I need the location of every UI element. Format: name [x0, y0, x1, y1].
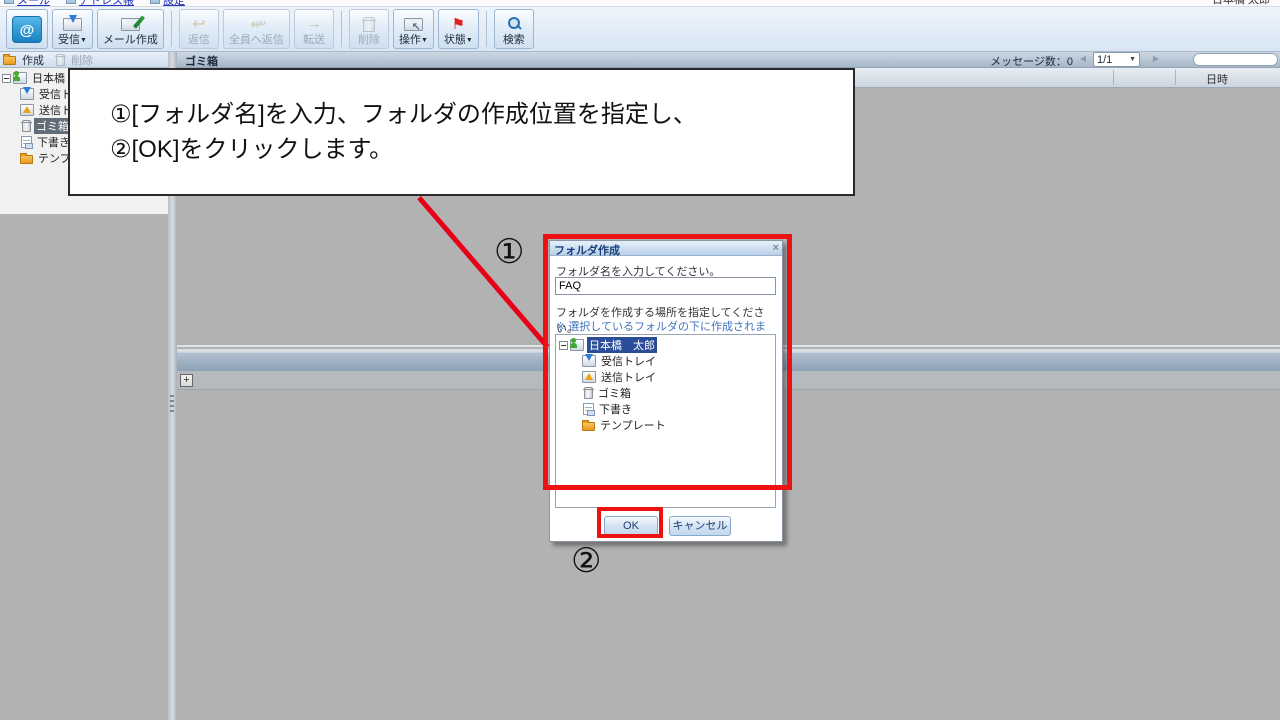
template-folder-icon — [20, 152, 33, 164]
folder-name-input[interactable] — [555, 277, 776, 295]
column-divider — [1113, 70, 1114, 85]
chevron-down-icon: ▼ — [465, 37, 473, 44]
compose-button[interactable]: メール作成 — [96, 9, 164, 49]
reply-all-button[interactable]: ↩ 全員へ返信 — [222, 9, 290, 49]
top-menu-bar: メール アドレス帳 設定 日本橋 太郎 — [0, 0, 1280, 7]
trash-icon — [361, 15, 376, 33]
dialog-title-bar[interactable]: フォルダ作成 × — [550, 241, 782, 257]
next-page-button[interactable]: ▶ — [1149, 54, 1163, 63]
dialog-tree-item-inbox[interactable]: 受信トレイ — [556, 353, 775, 369]
toolbar-separator — [170, 11, 172, 47]
user-name: 日本橋 太郎 — [1211, 0, 1270, 6]
menu-link-label: メール — [17, 0, 50, 7]
gear-icon — [150, 0, 160, 4]
dialog-title: フォルダ作成 — [554, 245, 620, 257]
message-count: メッセージ数：0 — [990, 56, 1073, 68]
operations-button[interactable]: ↖ 操作▼ — [392, 9, 434, 49]
page-value: 1/1 — [1097, 53, 1113, 66]
new-folder-icon — [3, 54, 16, 65]
current-folder-title: ゴミ箱 — [185, 56, 218, 68]
menu-link-label: アドレス帳 — [79, 0, 134, 7]
dialog-tree-item-sent[interactable]: 送信トレイ — [556, 369, 775, 385]
search-icon — [507, 15, 521, 33]
receive-icon — [62, 14, 82, 33]
list-header-bar: ゴミ箱 メッセージ数：0 ◀ 1/1 ▼ ▶ — [177, 52, 1280, 68]
mail-toolbar: @ 受信▼ メール作成 ↩ 返信 ↩ 全員へ返信 → 転送 削除 ↖ 操作▼ ⚑… — [0, 7, 1280, 52]
user-account-icon — [570, 338, 584, 351]
menu-link-mail[interactable]: メール — [4, 0, 50, 7]
trash-icon — [55, 53, 66, 66]
page-select[interactable]: 1/1 ▼ — [1093, 52, 1140, 67]
inbox-icon — [582, 354, 596, 367]
toolbar-separator — [485, 11, 487, 47]
chevron-down-icon: ▼ — [80, 37, 87, 44]
template-folder-icon — [582, 419, 595, 431]
folder-delete-button[interactable]: 削除 — [54, 52, 93, 68]
collapse-icon[interactable] — [2, 73, 11, 83]
user-account-icon — [13, 71, 27, 84]
menu-link-label: 設定 — [163, 0, 185, 7]
mail-home-button[interactable]: @ — [6, 9, 48, 49]
dialog-tree-item-trash[interactable]: ゴミ箱 — [556, 385, 775, 401]
delete-button[interactable]: 削除 — [348, 9, 389, 49]
draft-icon — [583, 403, 595, 416]
reply-button[interactable]: ↩ 返信 — [178, 9, 219, 49]
trash-icon — [21, 120, 32, 132]
receive-button[interactable]: 受信▼ — [52, 9, 93, 49]
expand-button[interactable]: + — [180, 374, 193, 387]
column-divider — [1175, 70, 1176, 85]
step2-badge: ② — [571, 542, 602, 580]
mail-at-icon: @ — [12, 16, 42, 43]
forward-icon: → — [305, 15, 322, 32]
flag-icon: ⚑ — [451, 16, 466, 33]
reply-all-icon: ↩ — [250, 16, 263, 33]
folder-create-button[interactable]: 作成 — [3, 52, 44, 68]
create-folder-dialog: フォルダ作成 × フォルダ名を入力してください。 フォルダを作成する場所を指定し… — [549, 240, 783, 542]
chevron-down-icon: ▼ — [420, 37, 428, 44]
splitter-handle[interactable] — [170, 395, 174, 413]
search-button[interactable]: 検索 — [493, 9, 534, 49]
cancel-button[interactable]: キャンセル — [669, 516, 731, 536]
instruction-callout: ①[フォルダ名]を入力、フォルダの作成位置を指定し、 ②[OK]をクリックします… — [68, 68, 855, 196]
column-header-date[interactable]: 日時 — [1182, 71, 1252, 87]
prev-page-button[interactable]: ◀ — [1076, 54, 1090, 63]
folder-actions-bar: 作成 削除 — [0, 52, 168, 68]
step1-badge: ① — [494, 233, 525, 271]
mail-icon — [4, 0, 14, 4]
status-button[interactable]: ⚑ 状態▼ — [437, 9, 479, 49]
ok-button[interactable]: OK — [604, 516, 658, 536]
close-icon[interactable]: × — [773, 242, 779, 254]
toolbar-separator — [340, 11, 342, 47]
trash-icon — [583, 387, 594, 399]
forward-button[interactable]: → 転送 — [293, 9, 334, 49]
operations-icon: ↖ — [403, 15, 423, 33]
compose-icon — [120, 14, 145, 33]
sent-icon — [20, 104, 34, 116]
dialog-tree-item-drafts[interactable]: 下書き — [556, 401, 775, 417]
quick-search-input[interactable] — [1193, 53, 1278, 66]
callout-line1: ①[フォルダ名]を入力、フォルダの作成位置を指定し、 — [110, 101, 697, 128]
draft-icon — [21, 136, 33, 149]
addressbook-icon — [66, 0, 76, 4]
callout-line2: ②[OK]をクリックします。 — [110, 136, 394, 163]
collapse-icon[interactable] — [559, 340, 568, 350]
dialog-tree-item-account[interactable]: 日本橋 太郎 — [556, 337, 775, 353]
chevron-down-icon: ▼ — [1129, 56, 1136, 63]
sent-icon — [582, 371, 596, 383]
inbox-icon — [20, 87, 34, 100]
menu-link-settings[interactable]: 設定 — [150, 0, 185, 7]
menu-link-addressbook[interactable]: アドレス帳 — [66, 0, 134, 7]
dialog-folder-tree: 日本橋 太郎 受信トレイ 送信トレイ ゴミ箱 下書き テンプレート — [555, 334, 776, 508]
reply-icon: ↩ — [192, 16, 206, 33]
dialog-tree-item-templates[interactable]: テンプレート — [556, 417, 775, 433]
